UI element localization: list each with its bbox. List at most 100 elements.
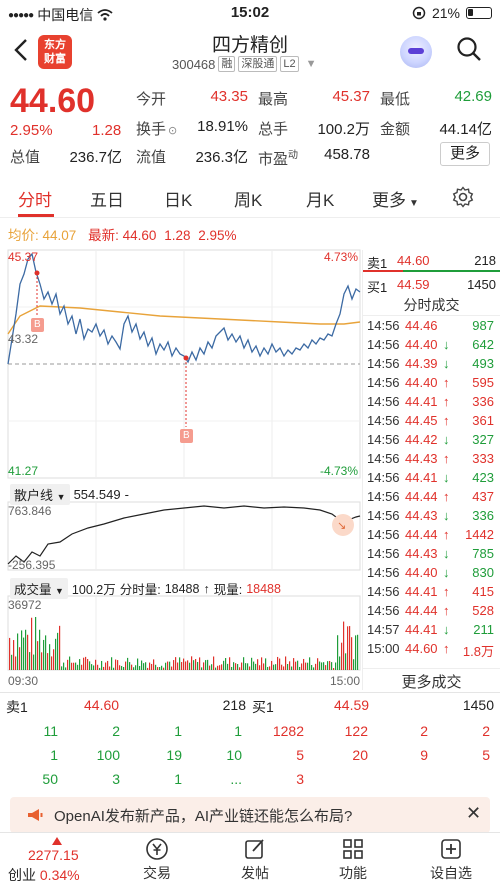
trade-row: 14:56 44.44 ↑ 437 — [363, 487, 500, 506]
trade-arrow: ↓ — [443, 337, 450, 352]
volume-bar — [101, 660, 103, 670]
dropdown-icon[interactable]: ▼ — [306, 58, 317, 70]
trade-list: 14:56 44.46 987 14:56 44.40 ↓ 642 14:56 44.39 ↓ 49… — [363, 316, 500, 659]
volume-bar — [305, 662, 307, 670]
volume-bar — [197, 661, 199, 670]
index-ticker[interactable]: 2277.15 创业 0.34% — [8, 837, 118, 885]
volume-bar — [81, 664, 83, 670]
trade-price: 44.41 — [405, 584, 438, 599]
volume-bar — [205, 660, 207, 670]
time-end: 15:00 — [330, 674, 361, 688]
trade-time: 14:56 — [367, 394, 400, 409]
tab-more[interactable]: 更多 ▼ — [372, 186, 419, 211]
avg-label: 均价: — [8, 228, 39, 243]
volume-bar — [313, 667, 315, 670]
volume-bar — [349, 626, 351, 670]
nav-post[interactable]: 发帖 — [220, 837, 290, 883]
volume-bar — [353, 659, 355, 670]
volume-bar — [23, 637, 25, 670]
volume-bar — [63, 662, 65, 670]
chart-area[interactable]: ↘ 45.37 4.73% 43.32 41.27 -4.73% B B 散户线… — [0, 244, 362, 690]
ask-1: 卖1 44.60 218 — [363, 250, 500, 272]
volume-bar — [13, 640, 15, 670]
trade-volume: 327 — [472, 432, 494, 447]
low-value: 42.69 — [454, 88, 492, 105]
ob-sell-detail: 3 — [112, 771, 120, 787]
buy-marker-2[interactable]: B — [183, 430, 190, 441]
volume-bar — [295, 661, 297, 670]
volume-selector[interactable]: 成交量 ▼ — [10, 578, 68, 599]
trade-volume: 1.8万 — [462, 644, 494, 659]
close-icon[interactable]: ✕ — [466, 803, 481, 824]
trade-arrow: ↓ — [443, 546, 450, 561]
buy-marker-1[interactable]: B — [34, 319, 41, 330]
volume-bar — [161, 665, 163, 670]
header: 东方 财富 四方精创 300468 融 深股通 L2 ▼ — [0, 26, 500, 78]
trade-row: 14:57 44.41 ↓ 211 — [363, 620, 500, 639]
ob-buy-detail: 2 — [482, 723, 490, 739]
volume-bar — [167, 661, 169, 670]
more-button[interactable]: 更多 — [440, 142, 490, 166]
assistant-avatar[interactable] — [400, 36, 432, 68]
ob-sell-detail: 1 — [174, 723, 182, 739]
gear-icon[interactable] — [452, 186, 474, 208]
ob-buy-detail: 3 — [296, 771, 304, 787]
nav-add-watchlist[interactable]: 设自选 — [416, 837, 486, 883]
trade-volume: 642 — [472, 337, 494, 352]
volume-bar — [217, 665, 219, 670]
trade-arrow: ↑ — [443, 584, 450, 599]
volume-bar — [321, 662, 323, 670]
ob-buy-detail: 20 — [352, 747, 368, 763]
pct-axis-low: -4.73% — [319, 464, 358, 478]
banner-text: OpenAI发布新产品，AI产业链还能怎么布局? — [54, 808, 353, 825]
volume-bar — [325, 665, 327, 670]
ob-buy-detail: 5 — [482, 747, 490, 763]
trade-price: 44.42 — [405, 432, 438, 447]
retail-line-selector[interactable]: 散户线 ▼ — [10, 484, 70, 505]
trade-volume: 987 — [472, 318, 494, 333]
volume-bar — [159, 667, 161, 670]
ob-sell-detail: ... — [230, 771, 242, 787]
trades-title[interactable]: 分时成交 — [363, 294, 500, 316]
volume-bar — [171, 666, 173, 670]
news-banner[interactable]: OpenAI发布新产品，AI产业链还能怎么布局? ✕ — [10, 797, 490, 833]
volume-bar — [59, 625, 61, 670]
nav-functions[interactable]: 功能 — [318, 837, 388, 883]
nav-trade[interactable]: 交易 — [122, 837, 192, 883]
volume-bar — [281, 664, 283, 670]
trade-price: 44.45 — [405, 413, 438, 428]
tab-monthly-k[interactable]: 月K — [306, 186, 334, 211]
volume-bar — [147, 667, 149, 670]
volume-bar — [331, 662, 333, 670]
volume-bar — [235, 663, 237, 670]
tab-five-day[interactable]: 五日 — [90, 186, 124, 211]
volume-bar — [31, 617, 33, 670]
volume-bar — [247, 663, 249, 670]
trade-row: 14:56 44.43 ↑ 333 — [363, 449, 500, 468]
search-icon[interactable] — [456, 36, 482, 62]
volume-bar — [265, 658, 267, 670]
volume-bar — [125, 661, 127, 670]
volume-bar — [243, 657, 245, 670]
volume-bar — [299, 666, 301, 670]
volume-bar — [227, 663, 229, 670]
trade-time: 14:56 — [367, 603, 400, 618]
volume-bar — [139, 666, 141, 670]
volume-bar — [65, 667, 67, 670]
tab-weekly-k[interactable]: 周K — [234, 186, 262, 211]
trade-time: 14:56 — [367, 565, 400, 580]
tab-intraday[interactable]: 分时 — [18, 186, 52, 211]
trade-row: 14:56 44.40 ↓ 642 — [363, 335, 500, 354]
trade-time: 14:56 — [367, 432, 400, 447]
volume-bar — [311, 665, 313, 670]
trade-volume: 437 — [472, 489, 494, 504]
tab-daily-k[interactable]: 日K — [164, 186, 192, 211]
ob-buy-detail: 9 — [420, 747, 428, 763]
volume-bar — [57, 632, 59, 670]
bid-1: 买1 44.59 1450 — [367, 277, 496, 295]
retail-y-top: 763.846 — [8, 504, 52, 518]
volume-bar — [341, 642, 343, 670]
y-axis-prev-close: 43.32 — [8, 332, 39, 346]
volume-bar — [135, 665, 137, 670]
trade-time: 14:56 — [367, 318, 400, 333]
